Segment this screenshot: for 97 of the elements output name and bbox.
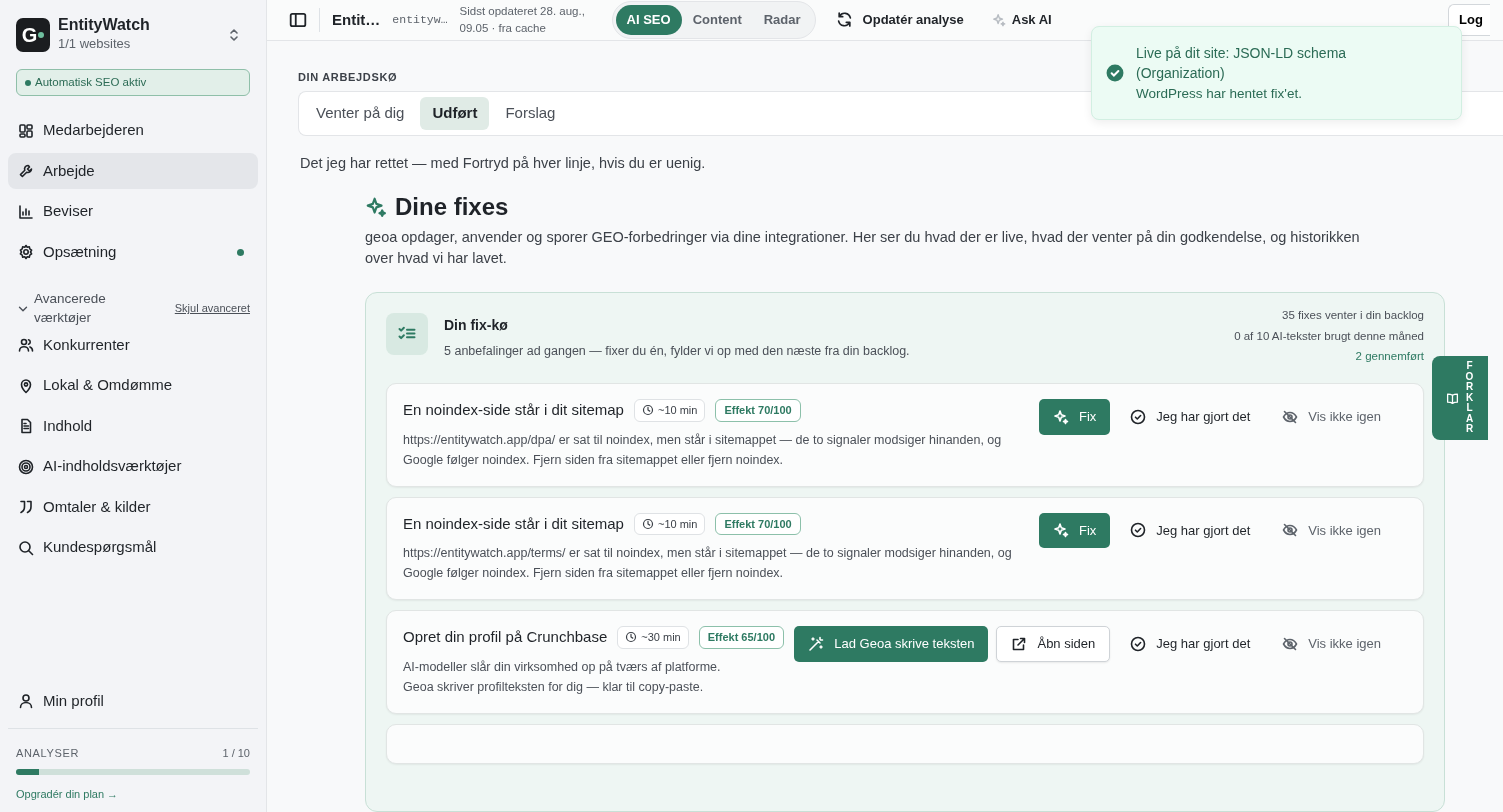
site-domain: entityw… xyxy=(392,12,448,29)
page-description: geoa opdager, anvender og sporer GEO-forbedringer via dine integrationer. Her ser du hvad der er live, hvad der venter på din godkendelse, og historikken over hvad vi har lavet. xyxy=(365,228,1361,268)
refresh-analysis-button[interactable]: Opdatér analyse xyxy=(835,10,964,30)
site-name: Entit… xyxy=(332,9,381,30)
nav-item[interactable]: Kundespørgsmål xyxy=(8,529,258,566)
users-icon xyxy=(18,337,34,354)
last-updated-text: Sidst opdateret 28. aug., 09.05 · fra cache xyxy=(459,4,586,36)
sparkle-icon xyxy=(1052,408,1069,425)
fix-title: Opret din profil på Crunchbase xyxy=(403,627,608,648)
document-icon xyxy=(18,418,34,435)
nav-item[interactable]: Arbejde xyxy=(8,152,258,190)
website-count: 1/1 websites xyxy=(58,34,132,53)
clock-icon xyxy=(641,404,654,417)
clock-icon xyxy=(641,517,654,530)
action-button[interactable]: Fix xyxy=(1038,512,1111,549)
fix-description: https://entitywatch.app/terms/ er sat til noindex, men står i sitemappet — de to signaler modsiger hinanden, og Google følger noindex. Fjern siden fra sitemappet eller fjern noindex. xyxy=(403,545,1013,583)
action-button[interactable]: Jeg har gjort det xyxy=(1118,512,1263,549)
queue-title: Din fix-kø xyxy=(444,316,509,335)
action-button[interactable]: Lad Geoa skrive teksten xyxy=(794,626,989,662)
queue-subtitle: 5 anbefalinger ad gangen — fixer du én, fylder vi op med den næste fra din backlog. xyxy=(444,343,911,360)
mode-tab[interactable]: AI SEO xyxy=(615,5,682,35)
eye-off-icon xyxy=(1282,408,1299,425)
nav-item[interactable]: Opsætning xyxy=(8,233,258,271)
action-button[interactable]: Vis ikke igen xyxy=(1270,512,1393,549)
fix-description: AI-modeller slår din virksomhed op på tværs af platforme. Geoa skriver profilteksten for dig — klar til copy-paste. xyxy=(403,658,722,696)
effect-score: Effekt 70/100 xyxy=(715,399,801,422)
eye-off-icon xyxy=(1282,522,1299,539)
advanced-tools-toggle[interactable]: Avancerede værktøjer xyxy=(16,290,129,327)
action-button[interactable]: Vis ikke igen xyxy=(1270,399,1393,435)
effect-score: Effekt 65/100 xyxy=(698,626,784,649)
effect-score: Effekt 70/100 xyxy=(715,512,801,536)
nav-item[interactable]: Konkurrenter xyxy=(8,326,258,364)
target-icon xyxy=(18,458,34,475)
fix-title: En noindex-side står i dit sitemap xyxy=(403,400,624,421)
explain-tab[interactable]: FORKLAR xyxy=(1432,356,1488,440)
book-icon xyxy=(1445,391,1459,405)
action-button[interactable]: Fix xyxy=(1038,399,1111,435)
status-badge: Automatisk SEO aktiv xyxy=(16,69,250,97)
page-title: Dine fixes xyxy=(395,192,509,222)
user-icon xyxy=(18,693,34,710)
clock-icon xyxy=(625,631,638,644)
queue-stat: 0 af 10 AI-tekster brugt denne måned xyxy=(1234,328,1424,344)
sidebar-toggle-icon[interactable] xyxy=(289,10,307,29)
refresh-icon xyxy=(835,11,853,29)
logo: G xyxy=(16,17,50,52)
login-button[interactable]: Log xyxy=(1448,4,1490,36)
sparkle-icon xyxy=(365,196,387,218)
location-pin-icon xyxy=(18,377,34,394)
check-circle-icon xyxy=(1130,408,1147,425)
nav-item[interactable]: Beviser xyxy=(8,193,258,230)
mode-tab[interactable]: Content xyxy=(681,5,753,35)
wrench-icon xyxy=(18,163,34,180)
queue-stat: 35 fixes venter i din backlog xyxy=(1281,308,1424,323)
toast-title: Live på dit site: JSON-LD schema (Organization) xyxy=(1136,44,1348,84)
action-button[interactable]: Åbn siden xyxy=(996,626,1111,662)
nav-item[interactable]: AI-indholdsværktøjer xyxy=(8,448,258,485)
quote-icon xyxy=(18,499,34,516)
external-link-icon xyxy=(1011,635,1028,652)
settings-icon xyxy=(18,244,34,261)
search-icon xyxy=(18,539,34,556)
workspace-name: EntityWatch xyxy=(58,16,151,34)
tab[interactable]: Udført xyxy=(420,97,490,130)
nav-item[interactable]: Lokal & Omdømme xyxy=(8,367,258,404)
tab[interactable]: Venter på dig xyxy=(304,97,417,130)
sparkle-icon xyxy=(991,12,1006,27)
fix-description: https://entitywatch.app/dpa/ er sat til noindex, men står i sitemappet — de to signaler modsiger hinanden, og Google følger noindex. Fjern siden fra sitemappet eller fjern noindex. xyxy=(403,431,1003,469)
grid-icon xyxy=(18,122,34,139)
check-circle-icon xyxy=(1106,64,1124,83)
usage-label: ANALYSER xyxy=(16,745,80,761)
nav-item[interactable]: Medarbejderen xyxy=(8,112,258,149)
action-button[interactable]: Vis ikke igen xyxy=(1270,626,1393,662)
check-circle-icon xyxy=(1130,522,1147,539)
eye-off-icon xyxy=(1282,635,1299,652)
nav-item[interactable]: Indhold xyxy=(8,407,258,445)
toast-message: WordPress har hentet fix'et. xyxy=(1136,84,1303,103)
bar-chart-icon xyxy=(18,203,34,220)
action-button[interactable]: Jeg har gjort det xyxy=(1118,626,1263,662)
sparkle-icon xyxy=(1052,522,1069,539)
ask-ai-button[interactable]: Ask AI xyxy=(991,10,1052,30)
intro-text: Det jeg har rettet — med Fortryd på hver linje, hvis du er uenig. xyxy=(300,153,707,173)
nav-item[interactable]: Omtaler & kilder xyxy=(8,488,258,526)
profile-link[interactable]: Min profil xyxy=(8,683,258,720)
time-estimate: ~10 min xyxy=(633,512,706,536)
hide-advanced-link[interactable]: Skjul avanceret xyxy=(174,300,250,317)
completed-count: 2 gennemført xyxy=(1354,349,1424,365)
upgrade-link[interactable]: Opgradér din plan → xyxy=(16,788,119,800)
checklist-icon xyxy=(386,313,428,355)
time-estimate: ~30 min xyxy=(617,626,689,649)
section-label: DIN ARBEJDSKØ xyxy=(298,69,398,85)
action-button[interactable]: Jeg har gjort det xyxy=(1118,399,1263,435)
tab[interactable]: Forslag xyxy=(493,97,568,130)
fix-title: En noindex-side står i dit sitemap xyxy=(403,513,624,534)
check-circle-icon xyxy=(1130,635,1147,652)
time-estimate: ~10 min xyxy=(633,399,706,422)
magic-wand-icon xyxy=(808,635,825,652)
usage-count: 1 / 10 xyxy=(222,745,250,761)
mode-tab[interactable]: Radar xyxy=(752,5,812,35)
